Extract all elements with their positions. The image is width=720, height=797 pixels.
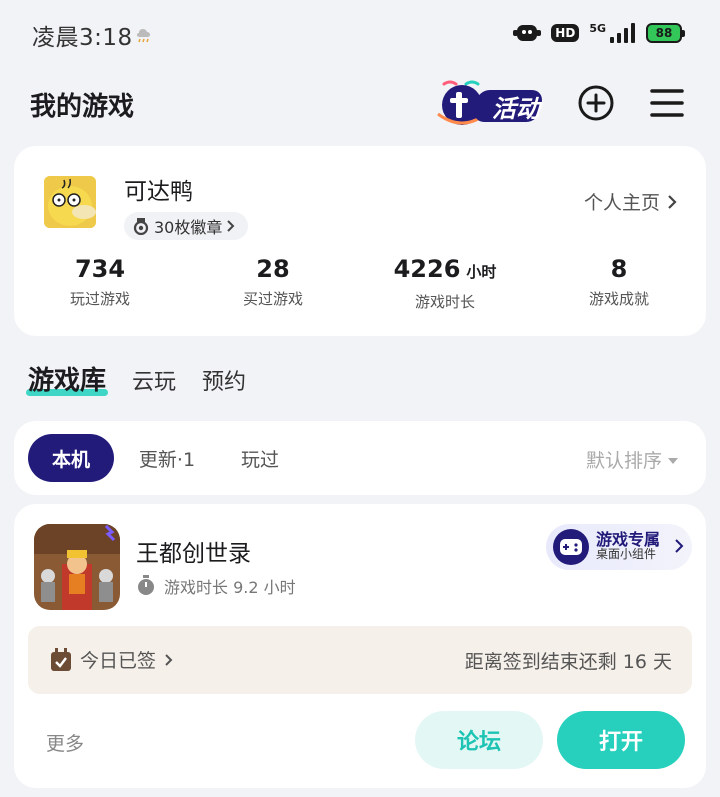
- menu-icon[interactable]: [649, 86, 685, 120]
- chevron-right-icon: [227, 220, 235, 232]
- header: 我的游戏 活动: [0, 70, 720, 136]
- medal-icon: [133, 218, 149, 235]
- tab-reservations[interactable]: 预约: [202, 364, 246, 396]
- calendar-check-icon: [51, 647, 71, 671]
- stat-value: 8: [610, 255, 628, 283]
- stat-label: 买过游戏: [242, 290, 303, 308]
- avatar[interactable]: [44, 176, 96, 228]
- network-type: 5G: [589, 21, 606, 35]
- kingdom-game-icon: [34, 524, 120, 610]
- chevron-right-icon: [165, 653, 173, 666]
- forum-button[interactable]: 论坛: [415, 711, 543, 769]
- game-icon[interactable]: [34, 524, 120, 610]
- stats-row: 734 玩过游戏 28 买过游戏 4226 小时 游戏时长 8 游戏成就: [14, 254, 706, 324]
- widget-subtitle: 桌面小组件: [596, 547, 657, 561]
- add-icon[interactable]: [577, 84, 615, 122]
- stat-label: 游戏时长: [414, 293, 475, 311]
- ghost-notification-icon: [513, 25, 542, 41]
- stat-value: 4226: [393, 255, 461, 283]
- open-button[interactable]: 打开: [557, 711, 685, 769]
- activity-button[interactable]: 活动: [436, 78, 550, 128]
- status-bar: 凌晨3:18 HD 5G 88: [0, 0, 720, 66]
- library-tabs: 游戏库 云玩 预约: [25, 360, 246, 400]
- psyduck-avatar-icon: [44, 176, 96, 228]
- stat-value: 734: [74, 255, 126, 283]
- stat-value: 28: [256, 255, 290, 283]
- sort-dropdown[interactable]: 默认排序: [586, 446, 678, 473]
- hd-badge: HD: [551, 24, 580, 42]
- checkin-banner[interactable]: 今日已签 距离签到结束还剩 16 天: [28, 626, 692, 694]
- profile-card: 可达鸭 30枚徽章 个人主页 734 玩过游戏 28 买过游戏 4226 小时 游…: [14, 146, 706, 336]
- playtime-text: 游戏时长 9.2 小时: [164, 578, 296, 597]
- filter-local[interactable]: 本机: [28, 434, 114, 482]
- weather-icon: [137, 29, 150, 43]
- checkin-label: 今日已签: [80, 650, 157, 672]
- filter-played[interactable]: 玩过: [222, 434, 298, 482]
- stat-label: 游戏成就: [588, 290, 649, 308]
- stat-label: 玩过游戏: [69, 290, 130, 308]
- activity-label: 活动: [492, 95, 540, 123]
- checkin-status: 今日已签: [50, 646, 174, 673]
- filter-bar: 本机 更新·1 玩过 默认排序: [14, 421, 706, 495]
- game-card: 王都创世录 游戏时长 9.2 小时 游戏专属 桌面小组件 今日已签 距离签到结束…: [14, 504, 706, 788]
- stat-play-time[interactable]: 4226 小时 游戏时长: [360, 254, 530, 312]
- stat-bought-games[interactable]: 28 买过游戏: [188, 254, 358, 309]
- filter-updates[interactable]: 更新·1: [124, 434, 210, 482]
- more-link[interactable]: 更多: [46, 729, 84, 756]
- caret-down-icon: [668, 457, 678, 464]
- widget-title: 游戏专属: [596, 530, 661, 549]
- chevron-right-icon: [668, 194, 677, 209]
- game-playtime: 游戏时长 9.2 小时: [136, 574, 296, 598]
- status-icons: HD 5G 88: [513, 21, 685, 44]
- username: 可达鸭: [124, 179, 193, 205]
- battery-icon: 88: [646, 23, 685, 43]
- tab-cloud-play[interactable]: 云玩: [132, 364, 176, 396]
- stat-unit: 小时: [466, 263, 497, 281]
- stopwatch-icon: [138, 575, 154, 595]
- badges-count: 30枚徽章: [154, 218, 223, 237]
- battery-level: 88: [655, 26, 673, 40]
- page-title: 我的游戏: [30, 92, 135, 122]
- widget-button[interactable]: 游戏专属 桌面小组件: [546, 524, 692, 570]
- chevron-right-icon: [675, 539, 684, 553]
- badges-pill[interactable]: 30枚徽章: [124, 212, 249, 240]
- homepage-label: 个人主页: [583, 192, 660, 214]
- stat-played-games[interactable]: 734 玩过游戏: [15, 254, 185, 309]
- tab-game-library[interactable]: 游戏库: [25, 360, 109, 397]
- game-title: 王都创世录: [136, 541, 251, 567]
- homepage-link[interactable]: 个人主页: [584, 188, 678, 215]
- signal-icon: [610, 23, 635, 43]
- sort-label: 默认排序: [585, 450, 662, 472]
- status-time: 凌晨3:18: [32, 25, 133, 51]
- checkin-remaining: 距离签到结束还剩 16 天: [464, 651, 672, 673]
- gamepad-icon: [553, 529, 589, 565]
- stat-achievements[interactable]: 8 游戏成就: [534, 254, 704, 309]
